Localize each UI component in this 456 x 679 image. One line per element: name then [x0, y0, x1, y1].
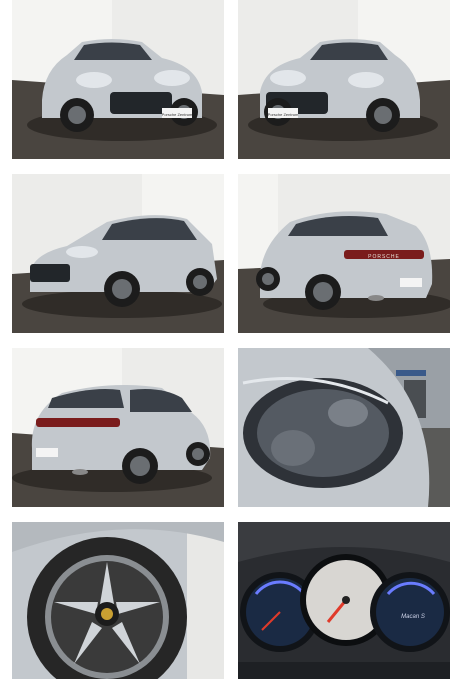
dashboard-photo-icon: Macan S	[238, 522, 450, 679]
gallery-photo-1[interactable]: Porsche Zentrum	[12, 0, 224, 159]
gallery-photo-8[interactable]: Macan S	[238, 522, 450, 679]
wheel-photo-icon	[12, 522, 224, 679]
car-photo-icon: Porsche Zentrum	[12, 0, 224, 159]
gallery-photo-3[interactable]	[12, 174, 224, 333]
svg-text:PORSCHE: PORSCHE	[368, 254, 400, 260]
headlight-photo-icon	[238, 348, 450, 507]
car-photo-icon	[12, 348, 224, 507]
gallery-photo-6[interactable]	[238, 348, 450, 507]
svg-text:Porsche Zentrum: Porsche Zentrum	[268, 112, 299, 117]
car-photo-icon	[12, 174, 224, 333]
gallery-photo-4[interactable]: PORSCHE	[238, 174, 450, 333]
car-photo-icon: Porsche Zentrum	[238, 0, 450, 159]
gallery-photo-7[interactable]	[12, 522, 224, 679]
car-photo-icon: PORSCHE	[238, 174, 450, 333]
photo-gallery: Porsche Zentrum Porsche Zentrum PORSCHE …	[12, 0, 452, 679]
svg-text:Macan S: Macan S	[401, 614, 425, 620]
gallery-photo-2[interactable]: Porsche Zentrum	[238, 0, 450, 159]
svg-text:Porsche Zentrum: Porsche Zentrum	[162, 112, 193, 117]
gallery-photo-5[interactable]	[12, 348, 224, 507]
